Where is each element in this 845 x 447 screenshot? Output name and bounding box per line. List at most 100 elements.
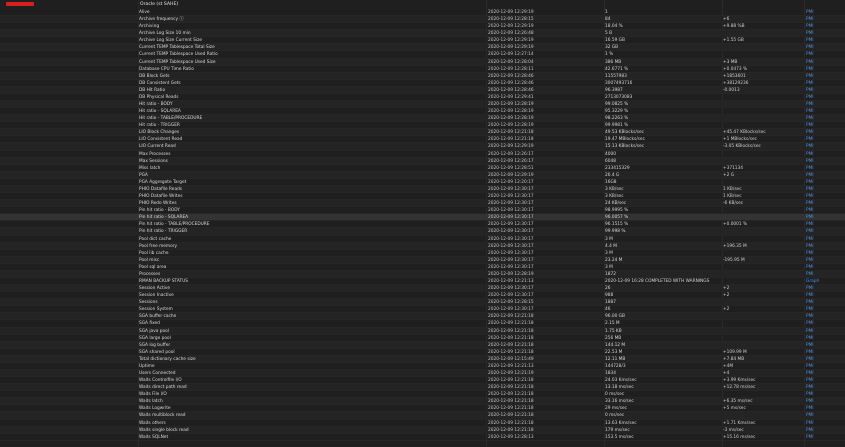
graph-link[interactable]: PMI <box>806 328 840 335</box>
last-check: 2020-12-09 12:26:48 <box>488 31 534 37</box>
last-value: 24.03 Kms/sec <box>605 378 637 384</box>
table-row: Waits SQLNet 2020-12-09 12:28:13 153.5 ms/… <box>0 434 845 441</box>
graph-link[interactable]: PMI <box>806 257 840 264</box>
graph-link[interactable]: PMI <box>806 158 840 165</box>
graph-link[interactable]: PMI <box>806 193 840 200</box>
table-row: Hit ratio - SQLAREA 2020-12-09 12:28:19 95… <box>0 108 845 116</box>
last-value: 49.53 KBlocks/sec <box>605 130 645 136</box>
last-value: 3 M <box>605 236 613 242</box>
graph-link[interactable]: PMI <box>806 186 840 193</box>
table-row: Max Sessions 2020-12-09 12:26:17 6048 PMI <box>0 157 845 165</box>
graph-link[interactable]: PMI <box>806 292 840 299</box>
graph-link[interactable]: PMI <box>806 143 840 150</box>
graph-link[interactable]: PMI <box>806 66 840 73</box>
last-check: 2020-12-09 12:28:51 <box>488 165 534 171</box>
last-value: 16G8 <box>605 179 617 185</box>
graph-link[interactable]: PMI <box>806 200 840 207</box>
item-name: Processes <box>139 271 161 277</box>
graph-link[interactable]: PMI <box>806 236 840 243</box>
last-value: 26.4 G <box>605 172 620 178</box>
graph-link[interactable]: PMI <box>806 271 840 278</box>
graph-link[interactable]: PMI <box>806 73 840 80</box>
item-name: Session Active <box>139 286 171 292</box>
graph-link[interactable]: PMI <box>806 122 840 129</box>
graph-link[interactable]: PMI <box>806 151 840 158</box>
table-row: Waits latch 2020-12-09 12:21:18 33.16 ms/s… <box>0 398 845 406</box>
last-value: 99.998 % <box>605 229 626 235</box>
graph-link[interactable]: PMI <box>806 377 840 384</box>
graph-link[interactable]: PMI <box>806 94 840 101</box>
last-value: 96.1515 % <box>605 222 629 228</box>
graph-link[interactable]: PMI <box>806 405 840 412</box>
graph-link[interactable]: PMI <box>806 51 840 58</box>
value-change: +6 <box>723 17 730 23</box>
graph-link[interactable]: PMI <box>806 214 840 221</box>
graph-link[interactable]: PMI <box>806 264 840 271</box>
table-row: PGA Aggregate Target 2020-12-09 12:20:17 1… <box>0 179 845 186</box>
graph-link[interactable]: PMI <box>806 420 840 427</box>
graph-link[interactable]: PMI <box>806 427 840 434</box>
graph-link[interactable]: PMI <box>806 342 840 349</box>
graph-link[interactable]: PMI <box>806 243 840 250</box>
graph-link[interactable]: PMI <box>806 434 840 441</box>
graph-link[interactable]: PMI <box>806 398 840 405</box>
last-check: 2020-12-09 12:28:46 <box>488 73 534 79</box>
last-check: 2020-12-09 12:21:18 <box>488 406 534 412</box>
graph-link[interactable]: PMI <box>806 23 840 30</box>
table-row: Hit ratio - TABLE/PROCEDURE 2020-12-09 12… <box>0 115 845 123</box>
graph-link[interactable]: PMI <box>806 207 840 214</box>
graph-link[interactable]: PMI <box>806 391 840 398</box>
graph-link[interactable]: PMI <box>806 384 840 391</box>
graph-link[interactable]: PMI <box>806 349 840 356</box>
value-change: +5 ms/sec <box>723 406 746 412</box>
graph-link[interactable]: PMI <box>806 59 840 66</box>
graph-link[interactable]: PMI <box>806 136 840 143</box>
brand-logo[interactable] <box>6 2 34 6</box>
graph-link[interactable]: PMI <box>806 313 840 320</box>
item-name: Alive <box>139 10 150 15</box>
item-name: Pin hit ratio - TRIGGER <box>139 229 188 235</box>
graph-link[interactable]: PMI <box>806 108 840 115</box>
graph-link[interactable]: PMI <box>806 356 840 363</box>
graph-link[interactable]: PMI <box>806 250 840 257</box>
table-row: Archive Log Size Current Size 2020-12-09 … <box>0 37 845 45</box>
graph-link[interactable]: PMI <box>806 363 840 370</box>
graph-link[interactable]: PMI <box>806 30 840 37</box>
graph-link[interactable]: PMI <box>806 370 840 377</box>
graph-link[interactable]: PMI <box>806 9 840 16</box>
item-name: Hit ratio - BODY <box>139 102 173 108</box>
value-change: +1.71 Kms/sec <box>723 420 756 426</box>
graph-link[interactable]: PMI <box>806 80 840 87</box>
last-value: 153.5 ms/sec <box>605 434 634 440</box>
graph-link[interactable]: PMI <box>806 101 840 108</box>
last-check: 2020-12-09 12:30:17 <box>488 229 534 235</box>
last-value: 96.3987 <box>605 87 623 93</box>
graph-link[interactable]: PMI <box>806 129 840 136</box>
last-check: 2020-12-09 12:30:17 <box>488 293 534 299</box>
graph-link[interactable]: PMI <box>806 299 840 306</box>
graph-link[interactable]: PMI <box>806 87 840 94</box>
host-group-header[interactable]: Oracle (st SAHE) <box>140 1 178 8</box>
graph-link[interactable]: PMI <box>806 285 840 292</box>
table-row: Miss latch 2020-12-09 12:28:51 233415329 +3… <box>0 165 845 172</box>
graph-link[interactable]: PMI <box>806 306 840 313</box>
last-check: 2020-12-09 12:21:18 <box>488 328 534 334</box>
graph-link[interactable]: PMI <box>806 228 840 235</box>
graph-link[interactable]: PMI <box>806 221 840 228</box>
graph-link[interactable]: PMI <box>806 335 840 342</box>
graph-link[interactable]: PMI <box>806 44 840 51</box>
last-value: 22.53 M <box>605 349 623 355</box>
graph-link[interactable]: PMI <box>806 37 840 44</box>
graph-link[interactable]: PMI <box>806 165 840 172</box>
graph-link[interactable]: PMI <box>806 115 840 122</box>
graph-link[interactable]: PMI <box>806 179 840 186</box>
graph-link[interactable]: PMI <box>806 16 840 23</box>
table-row: Waits Controlfile I/O 2020-12-09 12:21:18… <box>0 377 845 385</box>
item-name: Pool misc <box>139 257 160 263</box>
item-name: Hit ratio - TABLE/PROCEDURE <box>139 116 203 122</box>
graph-link[interactable]: PMI <box>806 172 840 179</box>
item-name: SGA shared pool <box>139 349 175 355</box>
graph-link[interactable]: Graph <box>806 278 840 285</box>
graph-link[interactable]: PMI <box>806 320 840 327</box>
graph-link[interactable]: PMI <box>806 412 840 419</box>
